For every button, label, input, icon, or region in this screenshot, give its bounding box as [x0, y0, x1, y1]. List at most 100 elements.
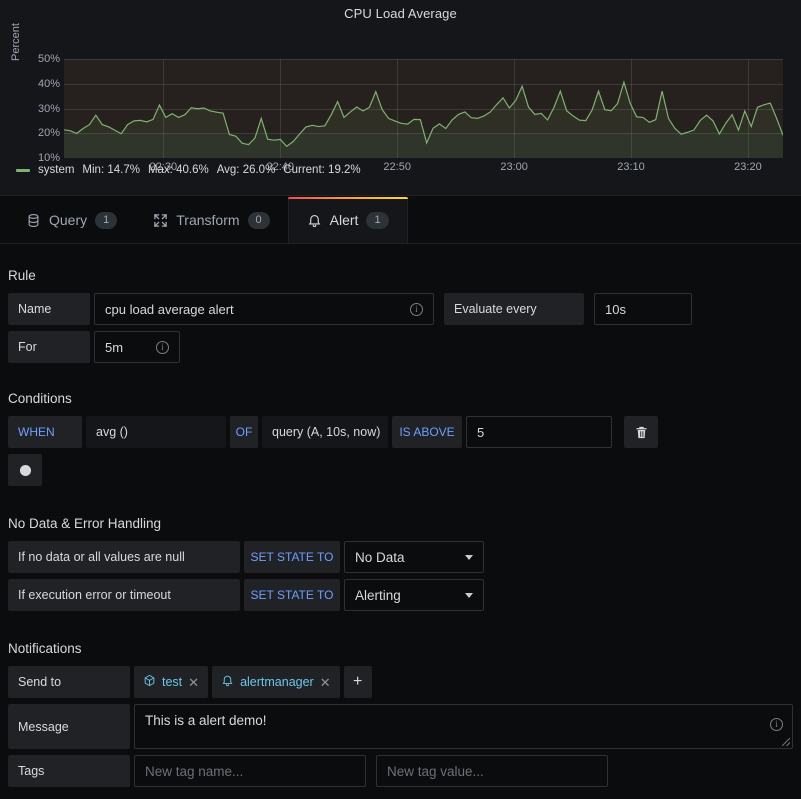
tab-query-count: 1 [95, 212, 117, 229]
conditions-section-title: Conditions [0, 369, 801, 416]
x-tick-label: 23:10 [617, 161, 645, 173]
bell-icon [221, 674, 234, 690]
legend-avg-value: 26.0% [243, 164, 276, 176]
name-field-label: Name [8, 293, 90, 325]
rule-section-title: Rule [0, 260, 801, 293]
y-tick-label: 30% [38, 103, 60, 115]
condition-threshold-value: 5 [477, 425, 484, 440]
close-icon[interactable]: ✕ [188, 676, 199, 689]
legend-color-swatch [16, 169, 30, 172]
tab-alert[interactable]: Alert 1 [288, 197, 408, 243]
exec-error-set-state-label[interactable]: SET STATE TO [244, 579, 340, 611]
no-data-condition-label: If no data or all values are null [8, 541, 240, 573]
condition-row: WHEN avg () OF query (A, 10s, now) IS AB… [0, 416, 801, 454]
send-to-label: Send to [8, 666, 130, 698]
database-icon [26, 213, 41, 228]
alert-name-input[interactable]: cpu load average alert i [94, 293, 434, 325]
tags-row: Tags New tag name... New tag value... [0, 755, 801, 793]
condition-when-label[interactable]: WHEN [8, 416, 82, 448]
legend-min-value: 14.7% [107, 164, 140, 176]
no-data-state-value: No Data [355, 550, 405, 565]
rule-name-row: Name cpu load average alert i Evaluate e… [0, 293, 801, 331]
x-tick-label: 23:00 [500, 161, 528, 173]
tags-label: Tags [8, 755, 130, 787]
y-tick-label: 20% [38, 127, 60, 139]
close-icon[interactable]: ✕ [320, 676, 331, 689]
for-value: 5m [105, 340, 123, 355]
resize-handle[interactable] [782, 738, 790, 746]
plus-circle-icon[interactable] [8, 454, 42, 486]
exec-error-state-value: Alerting [355, 588, 401, 603]
send-to-row: Send to test ✕ alertmanager ✕ + [0, 666, 801, 704]
graph-panel: CPU Load Average Percent 50% 40% 30% 20% 10%… [0, 0, 801, 196]
info-icon[interactable]: i [156, 341, 169, 354]
evaluate-every-label: Evaluate every [444, 293, 584, 325]
cube-icon [143, 674, 156, 690]
tab-transform[interactable]: Transform 0 [135, 197, 287, 243]
y-tick-label: 40% [38, 78, 60, 90]
tab-alert-count: 1 [366, 212, 388, 229]
message-value: This is a alert demo! [145, 713, 267, 728]
transform-icon [153, 213, 168, 228]
y-tick-label: 10% [38, 152, 60, 164]
x-tick-label: 22:50 [383, 161, 411, 173]
exec-error-row: If execution error or timeout SET STATE … [0, 579, 801, 617]
alert-editor-body: Rule Name cpu load average alert i Evalu… [0, 244, 801, 793]
notifications-section-title: Notifications [0, 617, 801, 666]
no-data-row: If no data or all values are null SET ST… [0, 541, 801, 579]
bell-icon [307, 213, 322, 228]
notification-chip-label: alertmanager [240, 675, 314, 689]
panel-editor-tabs: Query 1 Transform 0 Alert 1 [0, 196, 801, 244]
notification-chip-alertmanager[interactable]: alertmanager ✕ [212, 666, 340, 698]
rule-for-row: For 5m i [0, 331, 801, 369]
plot-region [64, 59, 783, 158]
evaluate-every-value: 10s [605, 302, 626, 317]
tag-value-placeholder: New tag value... [387, 764, 484, 779]
tag-name-input[interactable]: New tag name... [134, 755, 366, 787]
condition-evaluator-label[interactable]: IS ABOVE [392, 416, 462, 448]
exec-error-condition-label: If execution error or timeout [8, 579, 240, 611]
legend-stat-avg: Avg: 26.0% [217, 164, 276, 176]
page-title: CPU Load Average [0, 0, 801, 21]
tag-name-placeholder: New tag name... [145, 764, 243, 779]
condition-query-select[interactable]: query (A, 10s, now) [262, 416, 388, 448]
condition-threshold-input[interactable]: 5 [466, 416, 612, 448]
info-icon[interactable]: i [770, 718, 783, 731]
notification-chip-test[interactable]: test ✕ [134, 666, 208, 698]
y-tick-label: 50% [38, 53, 60, 65]
tab-query[interactable]: Query 1 [8, 197, 135, 243]
condition-reducer-select[interactable]: avg () [86, 416, 226, 448]
no-data-set-state-label[interactable]: SET STATE TO [244, 541, 340, 573]
add-condition-row [0, 454, 801, 492]
condition-of-label[interactable]: OF [230, 416, 258, 448]
message-label: Message [8, 704, 130, 749]
no-data-state-select[interactable]: No Data [344, 541, 484, 573]
evaluate-every-input[interactable]: 10s [594, 293, 692, 325]
add-notification-button[interactable]: + [344, 666, 372, 698]
info-icon[interactable]: i [410, 303, 423, 316]
legend-max-value: 40.6% [176, 164, 209, 176]
y-axis-tick-labels: 50%40%30%20%10% [26, 53, 60, 158]
tab-transform-count: 0 [248, 212, 270, 229]
y-axis-title: Percent [10, 23, 22, 61]
legend-current-value: 19.2% [328, 164, 361, 176]
legend-stat-min: Min: 14.7% [82, 164, 140, 176]
for-input[interactable]: 5m i [94, 331, 180, 363]
no-data-section-title: No Data & Error Handling [0, 492, 801, 541]
legend-stat-current: Current: 19.2% [283, 164, 360, 176]
chevron-down-icon [465, 593, 473, 598]
series-area-fill [64, 82, 783, 158]
tab-transform-label: Transform [176, 212, 239, 228]
chevron-down-icon [465, 555, 473, 560]
tab-alert-label: Alert [330, 212, 359, 228]
chart-legend[interactable]: system Min: 14.7% Max: 40.6% Avg: 26.0% … [16, 164, 361, 176]
trash-icon[interactable] [624, 416, 658, 448]
message-textarea[interactable]: This is a alert demo! i [134, 704, 793, 749]
x-tick-label: 23:20 [734, 161, 762, 173]
tag-value-input[interactable]: New tag value... [376, 755, 608, 787]
legend-stat-max: Max: 40.6% [148, 164, 209, 176]
exec-error-state-select[interactable]: Alerting [344, 579, 484, 611]
tab-query-label: Query [49, 212, 87, 228]
message-row: Message This is a alert demo! i [0, 704, 801, 755]
series-plot [64, 59, 783, 158]
